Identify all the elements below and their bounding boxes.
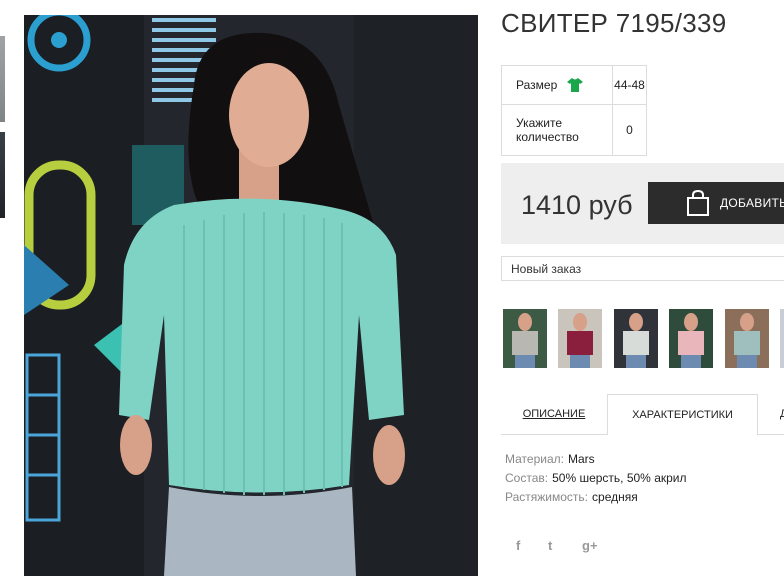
size-row: Размер 44-48 [501, 65, 647, 105]
price: 1410 руб [521, 190, 633, 220]
product-options-table: Размер 44-48 Укажите количество 0 [501, 65, 647, 156]
quantity-row: Укажите количество 0 [501, 104, 647, 156]
side-thumbnail[interactable] [0, 132, 5, 218]
facebook-icon[interactable]: f [516, 538, 520, 553]
material-key: Материал: [505, 452, 564, 466]
characteristic-row: Растяжимость: средняя [505, 488, 687, 507]
composition-key: Состав: [505, 471, 549, 485]
stretch-key: Растяжимость: [505, 490, 589, 504]
characteristic-row: Состав: 50% шерсть, 50% акрил [505, 469, 687, 488]
composition-value: 50% шерсть, 50% акрил [552, 471, 687, 485]
tab-description[interactable]: ОПИСАНИЕ [501, 394, 607, 435]
add-to-cart-label: ДОБАВИТЬ [720, 196, 784, 210]
quantity-label-cell: Укажите количество [501, 104, 613, 156]
quantity-label-line1: Укажите [516, 116, 563, 130]
quantity-label-line2: количество [516, 130, 579, 144]
tab-divider [501, 434, 607, 435]
thumbnail-6[interactable] [780, 309, 784, 368]
size-chart-icon[interactable] [566, 78, 583, 93]
size-select[interactable]: 44-48 [612, 65, 647, 105]
size-label: Размер [516, 77, 558, 92]
price-panel: 1410 руб ДОБАВИТЬ [501, 163, 784, 244]
thumbnail-3[interactable] [614, 309, 658, 368]
thumbnail-2[interactable] [558, 309, 602, 368]
order-select[interactable]: Новый заказ [501, 256, 784, 281]
main-product-photo[interactable] [24, 15, 478, 576]
add-to-cart-button[interactable]: ДОБАВИТЬ [648, 182, 784, 224]
twitter-icon[interactable]: t [548, 538, 552, 553]
tab-more[interactable]: Д [758, 394, 784, 435]
thumbnail-5[interactable] [725, 309, 769, 368]
thumbnail-4[interactable] [669, 309, 713, 368]
product-photo-illustration [24, 15, 478, 576]
stretch-value: средняя [592, 490, 638, 504]
material-value: Mars [567, 452, 595, 466]
tab-characteristics[interactable]: ХАРАКТЕРИСТИКИ [607, 394, 758, 435]
quantity-input[interactable]: 0 [612, 104, 647, 156]
product-tabs: ОПИСАНИЕ ХАРАКТЕРИСТИКИ Д [501, 394, 784, 435]
size-label-cell: Размер [501, 65, 613, 105]
shopping-bag-icon [686, 189, 710, 219]
google-plus-icon[interactable]: g+ [582, 538, 598, 553]
characteristic-row: Материал: Mars [505, 450, 687, 469]
thumbnail-1[interactable] [503, 309, 547, 368]
left-thumbnail-strip [0, 0, 6, 576]
side-thumbnail[interactable] [0, 36, 5, 122]
tab-divider [758, 434, 784, 435]
characteristics-list: Материал: Mars Состав: 50% шерсть, 50% акр… [505, 450, 687, 507]
product-title: СВИТЕР 7195/339 [501, 8, 727, 38]
